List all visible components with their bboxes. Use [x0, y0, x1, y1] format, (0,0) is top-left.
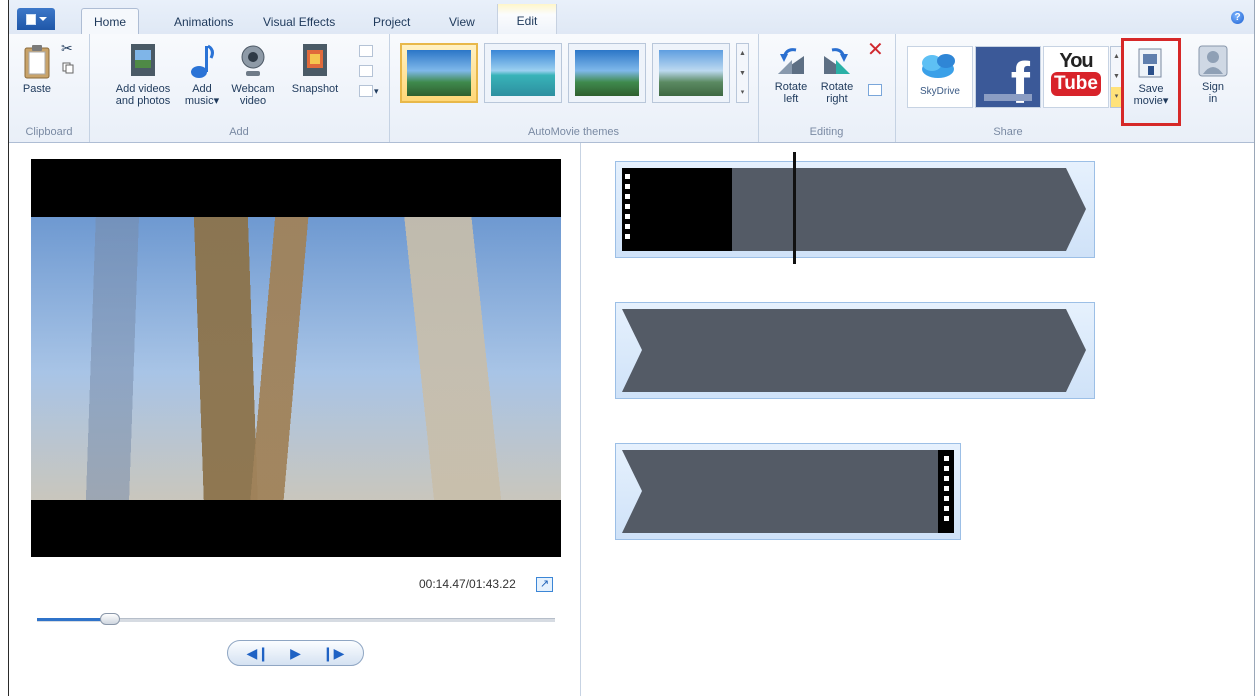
- tab-home[interactable]: Home: [81, 8, 140, 35]
- storyboard-clip[interactable]: [615, 161, 1095, 258]
- ribbon: Paste ✂ Clipboard Add videos and photos: [9, 34, 1254, 143]
- app-menu-button[interactable]: [17, 8, 55, 30]
- scroll-up-icon: ▲: [739, 50, 746, 57]
- rotate-right-icon: [824, 48, 850, 74]
- storyboard-clip[interactable]: [615, 302, 1095, 399]
- group-editing: Rotate left Rotate right ✕ Editing: [758, 34, 896, 142]
- clipboard-icon: [24, 45, 50, 79]
- app-window: Home Animations Visual Effects Project V…: [8, 0, 1255, 696]
- document-icon: [25, 13, 36, 25]
- credits-icon[interactable]: [359, 85, 373, 97]
- play-button[interactable]: ▶: [290, 646, 301, 660]
- ribbon-tab-row: Home Animations Visual Effects Project V…: [9, 0, 1254, 35]
- playhead-indicator[interactable]: [793, 152, 796, 264]
- filmstrip-photo-icon: [131, 44, 155, 76]
- cut-icon[interactable]: ✂: [61, 41, 73, 55]
- group-automovie-themes: ▲ ▼ ▾ AutoMovie themes: [389, 34, 759, 142]
- video-preview[interactable]: [31, 159, 561, 557]
- select-all-icon[interactable]: [868, 84, 882, 96]
- group-clipboard: Paste ✂ Clipboard: [9, 34, 90, 142]
- help-icon[interactable]: ?: [1231, 11, 1244, 24]
- save-movie-button[interactable]: Save movie▾: [1121, 38, 1181, 126]
- group-label-editing: Editing: [809, 126, 844, 138]
- tab-edit[interactable]: Edit: [497, 4, 557, 34]
- theme-pan-zoom[interactable]: [652, 43, 730, 103]
- seek-bar-fill: [37, 618, 110, 621]
- previous-frame-button[interactable]: ◀❙: [247, 646, 270, 660]
- next-frame-button[interactable]: ❙▶: [322, 646, 345, 660]
- caption-icon[interactable]: [359, 65, 373, 77]
- video-frame-image: [31, 217, 561, 500]
- facebook-icon: f: [1010, 51, 1030, 116]
- rotate-left-icon: [778, 48, 804, 74]
- tab-project[interactable]: Project: [361, 11, 422, 33]
- group-label-share: Share: [993, 126, 1023, 138]
- clip-thumbnail: [622, 168, 1086, 251]
- skydrive-button[interactable]: SkyDrive: [907, 46, 973, 108]
- gallery-expand-icon: ▾: [740, 89, 745, 96]
- webcam-icon: [241, 45, 265, 76]
- storyboard-clip[interactable]: [615, 443, 961, 540]
- save-movie-icon: [1138, 48, 1162, 78]
- theme-fade[interactable]: [568, 43, 646, 103]
- rotate-right-button[interactable]: Rotate right: [816, 44, 858, 105]
- scroll-down-icon: ▼: [739, 70, 746, 77]
- group-label-clipboard: Clipboard: [25, 126, 73, 138]
- themes-gallery-scrollbar[interactable]: ▲ ▼ ▾: [736, 43, 749, 103]
- remove-icon[interactable]: ✕: [867, 40, 884, 60]
- playback-controls: ◀❙ ▶ ❙▶: [227, 640, 364, 666]
- music-note-icon: [191, 44, 214, 78]
- fullscreen-icon[interactable]: ↗: [536, 577, 553, 592]
- group-label-add: Add: [229, 126, 249, 138]
- seek-bar-thumb[interactable]: [99, 613, 120, 625]
- sign-in-button[interactable]: Sign in: [1189, 44, 1237, 105]
- tab-view[interactable]: View: [437, 11, 487, 33]
- preview-pane: 00:14.47/01:43.22 ↗ ◀❙ ▶ ❙▶: [9, 143, 581, 696]
- group-add: Add videos and photos Add music▾ Webcam …: [89, 34, 390, 142]
- snapshot-icon: [303, 44, 327, 76]
- skydrive-icon: [922, 54, 955, 78]
- user-icon: [1198, 45, 1228, 77]
- copy-icon[interactable]: [62, 62, 74, 74]
- tab-visual-effects[interactable]: Visual Effects: [251, 11, 347, 33]
- theme-contemporary[interactable]: [484, 43, 562, 103]
- paste-button[interactable]: Paste: [19, 44, 55, 95]
- youtube-icon: You Tube: [1044, 47, 1108, 96]
- chevron-down-icon: [38, 17, 47, 21]
- credits-dropdown-icon[interactable]: ▾: [374, 85, 379, 97]
- add-music-button[interactable]: Add music▾: [184, 42, 220, 107]
- add-videos-photos-button[interactable]: Add videos and photos: [109, 42, 177, 107]
- youtube-button[interactable]: You Tube: [1043, 46, 1109, 108]
- snapshot-button[interactable]: Snapshot: [287, 42, 343, 95]
- group-label-automovie-themes: AutoMovie themes: [527, 126, 620, 138]
- webcam-video-button[interactable]: Webcam video: [229, 42, 277, 107]
- title-icon[interactable]: [359, 45, 373, 57]
- clip-thumbnail: [622, 309, 1086, 392]
- seek-bar[interactable]: [37, 613, 555, 625]
- rotate-left-button[interactable]: Rotate left: [770, 44, 812, 105]
- tab-animations[interactable]: Animations: [162, 11, 245, 33]
- timecode-display: 00:14.47/01:43.22: [419, 577, 516, 591]
- theme-default[interactable]: [400, 43, 478, 103]
- clip-thumbnail: [622, 450, 954, 533]
- facebook-button[interactable]: f: [975, 46, 1041, 113]
